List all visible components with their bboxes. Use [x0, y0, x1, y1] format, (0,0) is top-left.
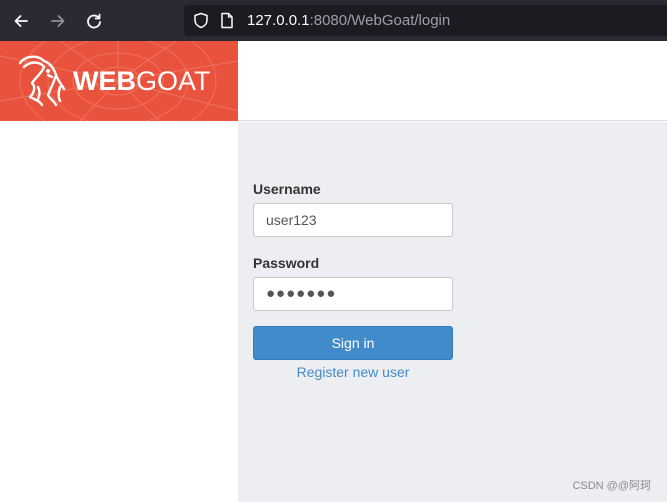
watermark: CSDN @@阿珂 [572, 480, 651, 492]
password-field[interactable]: ●●●●●●● [253, 277, 453, 311]
brand-logo[interactable]: WEBGOAT [0, 41, 238, 121]
left-sidebar-area [0, 122, 238, 502]
sign-in-button[interactable]: Sign in [253, 326, 453, 360]
login-panel: Username user123 Password ●●●●●●● Sign i… [238, 122, 667, 502]
reload-icon [87, 13, 101, 29]
reload-button[interactable] [81, 8, 107, 34]
password-label: Password [253, 255, 320, 271]
page-header: WEBGOAT [0, 41, 667, 121]
brand-name-bold: WEB [73, 66, 136, 96]
goat-logo-icon [18, 55, 66, 107]
username-field[interactable]: user123 [253, 203, 453, 237]
username-label: Username [253, 181, 321, 197]
url-path: :8080/WebGoat/login [309, 12, 451, 29]
brand-name: WEBGOAT [73, 66, 211, 96]
page-icon [221, 12, 233, 29]
brand-name-light: GOAT [136, 66, 211, 96]
browser-toolbar: 127.0.0.1:8080/WebGoat/login [0, 0, 667, 41]
forward-arrow-icon [51, 15, 65, 27]
shield-icon[interactable] [193, 12, 209, 29]
back-arrow-icon [14, 15, 28, 27]
address-bar[interactable]: 127.0.0.1:8080/WebGoat/login [184, 5, 667, 36]
register-new-user-link[interactable]: Register new user [253, 363, 453, 381]
back-button[interactable] [8, 8, 34, 34]
url-text[interactable]: 127.0.0.1:8080/WebGoat/login [247, 11, 450, 30]
url-host: 127.0.0.1 [247, 12, 310, 29]
forward-button[interactable] [45, 8, 71, 34]
